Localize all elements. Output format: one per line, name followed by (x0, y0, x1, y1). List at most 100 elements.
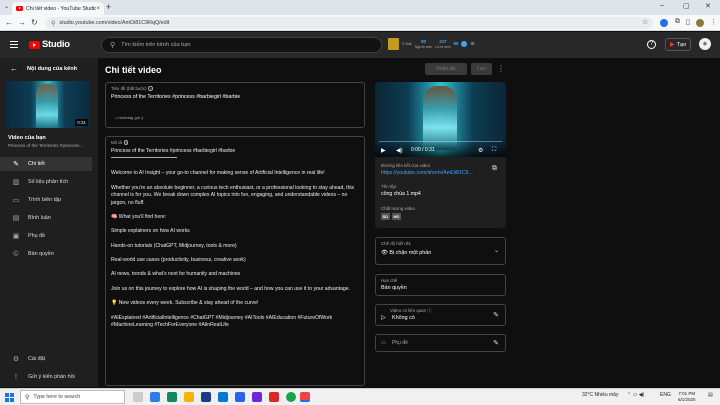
studio-logo[interactable]: Studio (29, 39, 70, 50)
back-to-content-label[interactable]: Nội dung của kênh (27, 66, 77, 72)
app-icon[interactable] (201, 392, 211, 402)
sidebar-item-label: Chi tiết (28, 161, 45, 167)
app-icon[interactable] (235, 392, 245, 402)
close-window-icon[interactable]: ✕ (705, 2, 711, 10)
description-field-label: Mô tả? (111, 140, 129, 145)
sidebar-item-feedback[interactable]: ! Gửi ý kiến phản hồi (0, 370, 92, 384)
copyright-icon: © (13, 250, 19, 258)
related-video-value: Không có (392, 315, 415, 321)
site-info-icon[interactable]: ⚲ (51, 20, 55, 27)
app-icon[interactable] (269, 392, 279, 402)
subtitles-field[interactable]: ▭ Phụ đề ✎ (375, 334, 506, 352)
extension-icon[interactable] (660, 19, 668, 27)
create-button[interactable]: ▶ Tạo (665, 38, 692, 51)
stats-menu-icon[interactable]: ≡ (470, 41, 474, 48)
task-view-icon[interactable] (133, 392, 143, 402)
browser-tab[interactable]: Chi tiết video - YouTube Studio × (12, 2, 104, 15)
sidebar-item-analytics[interactable]: ▥ Số liệu phân tích (0, 175, 92, 189)
channel-search-input[interactable]: ⚲ Tìm kiếm trên kênh của bạn (101, 37, 382, 53)
chrome-icon[interactable] (286, 392, 296, 402)
copy-icon[interactable]: ⧉ (492, 165, 497, 173)
more-options-icon[interactable]: ⋮ (497, 64, 505, 73)
play-icon[interactable]: ▶ (381, 147, 386, 154)
tab-search-icon[interactable]: ⌄ (4, 3, 9, 10)
description-line: Join us on this journey to explore how A… (111, 285, 350, 292)
pencil-icon[interactable]: ✎ (493, 311, 499, 319)
reload-icon[interactable]: ↻ (31, 18, 38, 27)
weather-text[interactable]: 32°C Nhiều mây (582, 392, 618, 398)
title-input[interactable]: Princess of the Territories #princess #b… (111, 94, 240, 100)
video-player[interactable]: ▶ ◀) 0:00 / 0:31 ⚙ ⛶ (375, 82, 506, 157)
forward-arrow-icon[interactable]: → (18, 18, 26, 27)
back-arrow-icon[interactable]: ← (10, 64, 18, 73)
app-icon[interactable] (252, 392, 262, 402)
notifications-icon[interactable]: ▤ (708, 392, 713, 398)
close-tab-icon[interactable]: × (96, 6, 100, 12)
description-field[interactable]: Mô tả? Princess of the Territories #prin… (105, 136, 365, 386)
account-avatar[interactable]: ◉ (699, 38, 711, 50)
file-explorer-icon[interactable] (184, 392, 194, 402)
extensions-puzzle-icon[interactable]: ⧉ (675, 18, 680, 26)
address-bar[interactable]: ⚲ studio.youtube.com/video/AmDi81C9RqQ/e… (45, 17, 653, 29)
sidebar-item-comments[interactable]: ▤ Bình luận (0, 211, 92, 225)
description-textarea[interactable]: Princess of the Territories #princess #b… (111, 148, 361, 329)
quality-label: Chất lượng video (381, 206, 415, 211)
stats-badge-icon (388, 38, 399, 50)
taskbar-clock[interactable]: 7:01 PM 6/1/2025 (678, 391, 696, 403)
menu-icon[interactable] (10, 41, 18, 48)
profile-avatar-icon[interactable] (696, 19, 704, 27)
app-icon[interactable] (167, 392, 177, 402)
new-tab-icon[interactable]: + (106, 2, 111, 12)
mail-icon[interactable] (218, 392, 228, 402)
related-video-field[interactable]: Video có liên quan ⓘ ▷ Không có ✎ (375, 304, 506, 326)
your-video-label: Video của bạn (8, 135, 46, 141)
undo-button[interactable]: Hoàn tác (425, 63, 467, 75)
minimize-icon[interactable]: – (660, 2, 664, 9)
back-arrow-icon[interactable]: ← (5, 18, 13, 27)
comments-icon: ▤ (12, 215, 20, 222)
maximize-icon[interactable]: ▢ (683, 2, 690, 10)
restrictions-field[interactable]: Hạn chế Bản quyền (375, 274, 506, 296)
sidebar-item-subtitles[interactable]: ▣ Phụ đề (0, 229, 92, 243)
browser-menu-icon[interactable]: ⋮ (710, 18, 717, 26)
side-panel-icon[interactable]: ▯ (686, 18, 690, 26)
url-text: studio.youtube.com/video/AmDi81C9RqQ/edi… (59, 20, 170, 26)
save-button[interactable]: Lưu (471, 63, 492, 75)
sidebar-item-editor[interactable]: ▭ Trình biên tập (0, 193, 92, 207)
bookmark-star-icon[interactable]: ☆ (642, 18, 648, 26)
channel-stats[interactable]: 0 Vide 80 Người xem 417 Lượt xem 95 ≡ (388, 38, 475, 50)
sidebar-item-copyright[interactable]: © Bản quyền (0, 247, 92, 261)
help-icon[interactable]: ? (647, 40, 656, 49)
help-circle-icon: ⓘ (427, 308, 432, 313)
analytics-icon: ▥ (12, 179, 20, 186)
sidebar-item-settings[interactable]: ⚙ Cài đặt (0, 352, 92, 366)
title-field[interactable]: Tiêu đề (bắt buộc)? Princess of the Terr… (105, 82, 365, 128)
video-link-label: Đường liên kết của video (381, 163, 431, 168)
fullscreen-icon[interactable]: ⛶ (492, 147, 496, 154)
windows-start-icon[interactable] (5, 393, 14, 402)
taskbar-search-input[interactable]: ⚲ Type here to search (20, 390, 125, 404)
studio-header: Studio ⚲ Tìm kiếm trên kênh của bạn 0 Vi… (0, 32, 720, 58)
visibility-dropdown[interactable]: Chế độ hiển thị 👁 Bị chặn một phần ⌄ (375, 237, 506, 265)
pencil-icon[interactable]: ✎ (493, 339, 499, 347)
progress-bar[interactable] (379, 140, 502, 142)
help-circle-icon[interactable]: ? (123, 140, 129, 145)
help-circle-icon[interactable]: ? (148, 86, 153, 91)
page-title: Chi tiết video (105, 65, 162, 75)
restrictions-value[interactable]: Bản quyền (381, 285, 407, 291)
video-link[interactable]: https://youtube.com/shorts/AmDi81C9... (381, 170, 473, 176)
sidebar-item-label: Cài đặt (28, 356, 46, 362)
app-icon[interactable] (150, 392, 160, 402)
tray-icons[interactable]: ⌃ ▭ ◀) (627, 392, 644, 398)
video-info-box: Đường liên kết của video https://youtube… (375, 157, 506, 228)
language-indicator[interactable]: ENG (660, 392, 671, 398)
settings-gear-icon[interactable]: ⚙ (478, 147, 483, 154)
player-controls (375, 141, 506, 157)
volume-icon[interactable]: ◀) (396, 147, 403, 154)
chrome-active-icon[interactable] (300, 392, 310, 402)
hashtag-suggestion-button[interactable]: ⤷ Hashtag gợi ý (115, 115, 143, 120)
sidebar-item-details[interactable]: ✎ Chi tiết (0, 157, 92, 171)
description-line: Simple explainers on how AI works (111, 228, 190, 235)
video-thumbnail[interactable]: 0:31 (6, 81, 90, 128)
subtitles-icon: ▣ (12, 233, 20, 240)
